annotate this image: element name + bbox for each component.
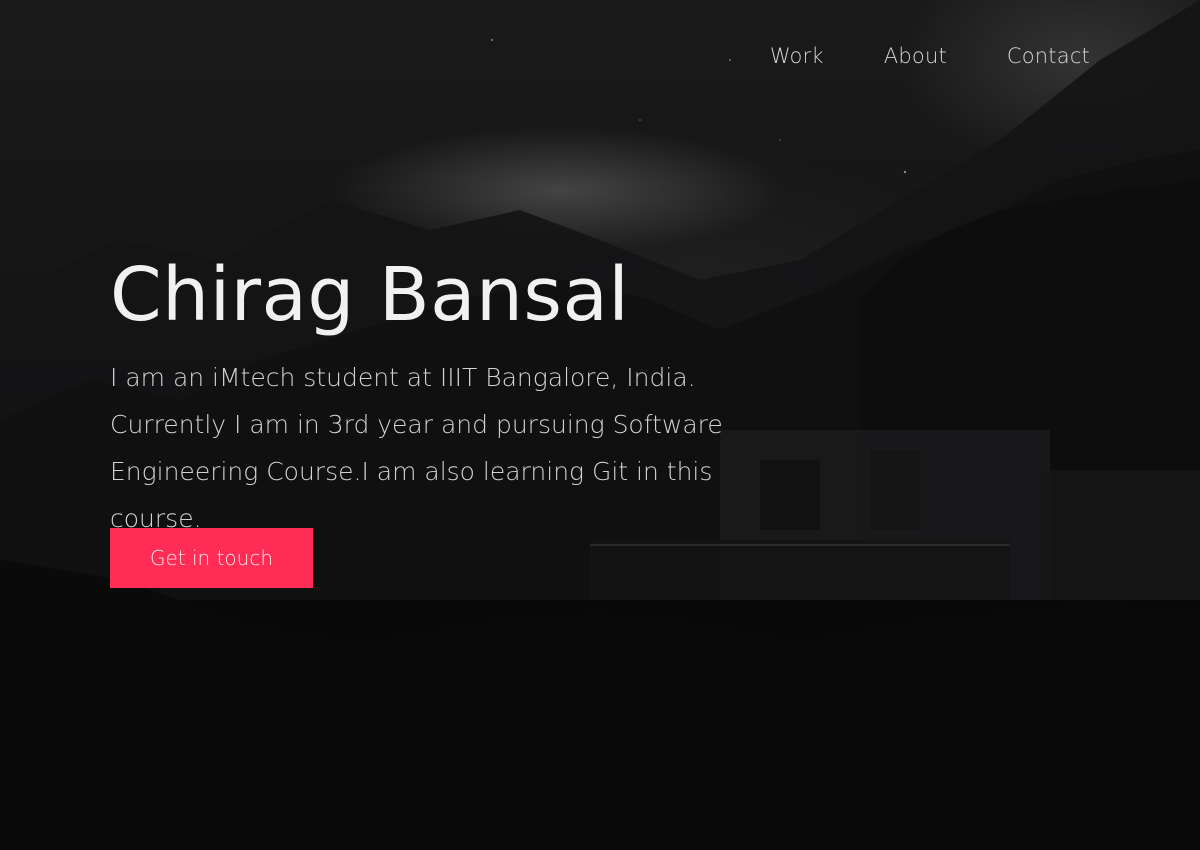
hero-name-heading: Chirag Bansal: [110, 252, 630, 338]
get-in-touch-button[interactable]: Get in touch: [110, 528, 313, 588]
hero-section: Work About Contact Chirag Bansal I am an…: [0, 0, 1200, 850]
nav-link-about[interactable]: About: [884, 44, 947, 68]
nav-link-work[interactable]: Work: [770, 44, 824, 68]
hero-bio-text: I am an iMtech student at IIIT Bangalore…: [110, 363, 723, 533]
main-nav: Work About Contact: [770, 44, 1090, 68]
nav-link-contact[interactable]: Contact: [1007, 44, 1090, 68]
